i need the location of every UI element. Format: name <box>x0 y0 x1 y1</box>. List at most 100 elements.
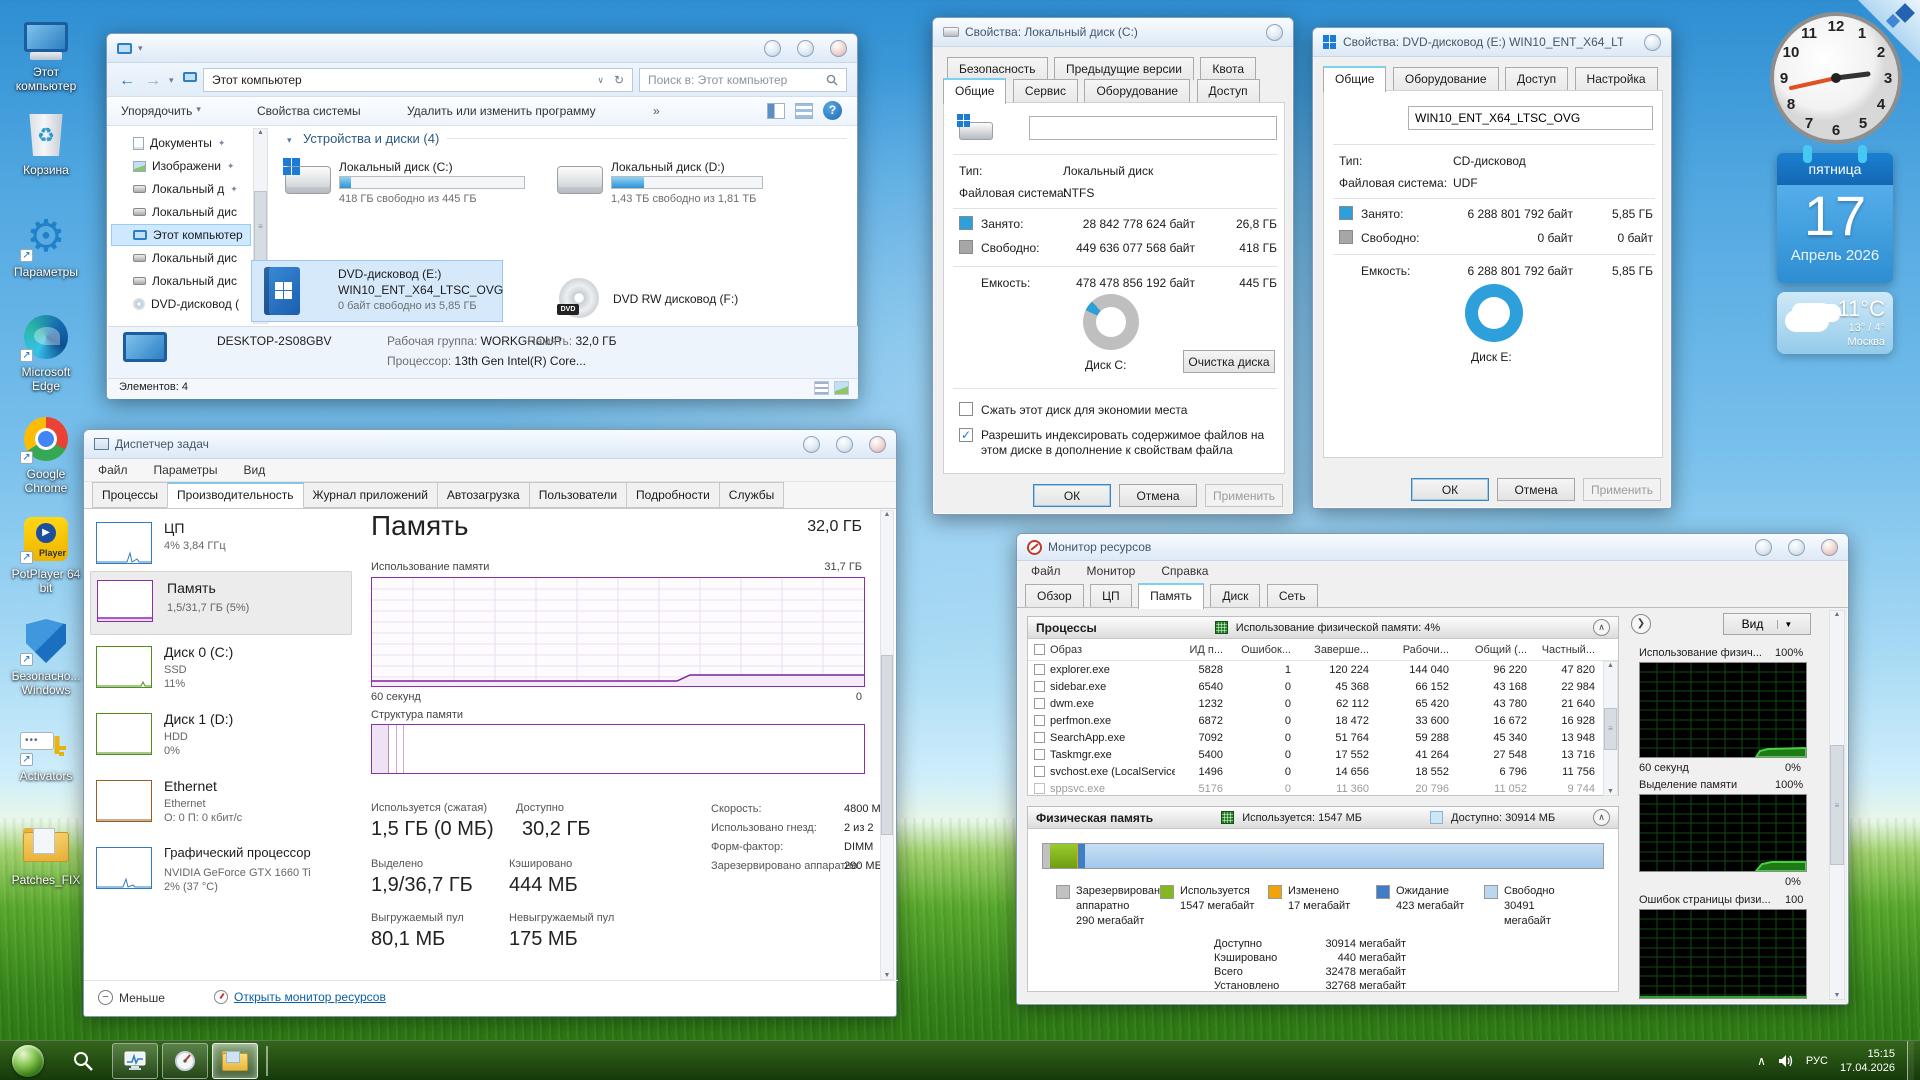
minimize-button[interactable] <box>803 436 820 453</box>
collapse-chevron-icon[interactable]: ∧ <box>1593 619 1610 636</box>
details-pane-icon[interactable] <box>795 103 813 119</box>
row-checkbox[interactable] <box>1034 749 1045 760</box>
tab-sharing[interactable]: Доступ <box>1505 67 1568 90</box>
perf-item-disk0[interactable]: Диск 0 (C:)SSD11% <box>92 642 350 702</box>
row-checkbox[interactable] <box>1034 766 1045 777</box>
column-header[interactable]: Заверше... <box>1299 644 1377 656</box>
tab-hardware[interactable]: Оборудование <box>1084 79 1190 102</box>
process-row[interactable]: svchost.exe (LocalServiceNet...1496014 6… <box>1028 763 1618 780</box>
menu-file[interactable]: Файл <box>1031 564 1061 578</box>
scroll-down-icon[interactable]: ▼ <box>1607 788 1614 795</box>
tab-tools[interactable]: Сервис <box>1013 79 1078 102</box>
maximize-button[interactable] <box>1788 539 1805 556</box>
physical-memory-section-header[interactable]: Физическая память Используется: 1547 МБ … <box>1027 806 1619 829</box>
desktop-icon-activators[interactable]: ••• ↗ Activators <box>6 716 86 783</box>
tree-item-local-disk[interactable]: Локальный дис <box>111 201 251 223</box>
scroll-up-icon[interactable]: ▲ <box>1607 662 1614 669</box>
apply-button[interactable]: Применить <box>1205 484 1283 507</box>
tab-general[interactable]: Общие <box>1323 66 1386 92</box>
desktop-icon-windows-security[interactable]: ↗ Безопасно... Windows <box>6 616 86 697</box>
perf-item-ethernet[interactable]: EthernetEthernetО: 0 П: 0 кбит/с <box>92 776 350 836</box>
volume-label-input[interactable] <box>1029 116 1277 140</box>
row-checkbox[interactable] <box>1034 715 1045 726</box>
address-dropdown-icon[interactable]: ∨ <box>597 75 604 86</box>
process-row[interactable]: perfmon.exe6872018 47233 60016 67216 928 <box>1028 712 1618 729</box>
column-header-sorted[interactable]: Частный... <box>1535 644 1603 656</box>
help-icon[interactable]: ? <box>823 101 842 120</box>
quick-access-caret-icon[interactable]: ▾ <box>138 43 143 54</box>
disk-cleanup-button[interactable]: Очистка диска <box>1183 350 1275 373</box>
tray-clock[interactable]: 15:15 17.04.2026 <box>1840 1047 1895 1075</box>
search-input[interactable]: Поиск в: Этот компьютер <box>639 68 847 92</box>
tab-sharing[interactable]: Доступ <box>1197 79 1260 102</box>
perf-item-disk1[interactable]: Диск 1 (D:)HDD0% <box>92 709 350 769</box>
close-button[interactable] <box>1644 34 1661 51</box>
thumbnail-view-toggle-icon[interactable] <box>834 381 849 395</box>
tab-previous-versions[interactable]: Предыдущие версии <box>1054 57 1194 80</box>
system-properties-button[interactable]: Свойства системы <box>257 104 361 118</box>
organize-button[interactable]: Упорядочить▾ <box>121 104 201 118</box>
tab-overview[interactable]: Обзор <box>1025 584 1084 607</box>
tab-hardware[interactable]: Оборудование <box>1393 67 1499 90</box>
row-checkbox[interactable] <box>1034 698 1045 709</box>
taskman-scrollbar[interactable]: ▲▼ <box>880 510 894 980</box>
address-bar[interactable]: Этот компьютер ∨ ↻ <box>203 68 633 92</box>
resmon-titlebar[interactable]: Монитор ресурсов <box>1017 534 1848 561</box>
tab-general[interactable]: Общие <box>943 78 1006 104</box>
perf-item-gpu[interactable]: Графический процессорNVIDIA GeForce GTX … <box>92 843 350 907</box>
show-desktop-button[interactable] <box>1907 1041 1914 1080</box>
tab-services[interactable]: Службы <box>719 482 784 508</box>
close-button[interactable] <box>869 436 886 453</box>
minimize-button[interactable] <box>764 40 781 57</box>
menu-file[interactable]: Файл <box>98 463 128 477</box>
menu-options[interactable]: Параметры <box>154 463 218 477</box>
toolbar-more-button[interactable]: » <box>653 104 660 118</box>
index-checkbox[interactable]: ✓ <box>959 428 973 442</box>
process-row[interactable]: SearchApp.exe7092051 76459 28845 34013 9… <box>1028 729 1618 746</box>
tab-memory[interactable]: Память <box>1138 583 1204 609</box>
dialog-titlebar[interactable]: Свойства: DVD-дисковод (E:) WIN10_ENT_X6… <box>1313 28 1671 57</box>
compress-checkbox[interactable] <box>959 402 973 416</box>
tab-network[interactable]: Сеть <box>1267 584 1318 607</box>
dialog-titlebar[interactable]: Свойства: Локальный диск (C:) <box>933 18 1293 47</box>
table-scrollbar[interactable]: ▲≡▼ <box>1603 661 1618 796</box>
cancel-button[interactable]: Отмена <box>1497 478 1575 501</box>
refresh-icon[interactable]: ↻ <box>614 73 624 87</box>
recent-locations-caret-icon[interactable]: ▾ <box>169 75 174 86</box>
details-view-toggle-icon[interactable] <box>814 381 829 395</box>
scroll-thumb[interactable]: ≡ <box>254 191 267 261</box>
cancel-button[interactable]: Отмена <box>1119 484 1197 507</box>
open-resource-monitor-link[interactable]: Открыть монитор ресурсов <box>214 990 386 1004</box>
tab-security[interactable]: Безопасность <box>947 57 1048 80</box>
close-button[interactable] <box>1266 24 1283 41</box>
scroll-up-icon[interactable]: ▲ <box>1834 611 1841 618</box>
perf-item-memory-selected[interactable]: Память1,5/31,7 ГБ (5%) <box>90 571 352 635</box>
drive-tile-f[interactable]: DVD DVD RW дисковод (F:) <box>557 278 837 324</box>
row-checkbox[interactable] <box>1034 664 1045 675</box>
taskbar-item-explorer[interactable] <box>212 1043 258 1079</box>
process-row[interactable]: Taskmgr.exe5400017 55241 26427 54813 716 <box>1028 746 1618 763</box>
scroll-up-icon[interactable]: ▲ <box>884 511 891 518</box>
tab-details[interactable]: Подробности <box>626 482 720 508</box>
tab-startup[interactable]: Автозагрузка <box>437 482 530 508</box>
row-checkbox[interactable] <box>1034 732 1045 743</box>
column-header[interactable]: Рабочи... <box>1377 644 1457 656</box>
apply-button[interactable]: Применить <box>1583 478 1661 501</box>
scroll-thumb[interactable]: ≡ <box>1830 745 1844 865</box>
scroll-down-icon[interactable]: ▼ <box>884 972 891 979</box>
tab-users[interactable]: Пользователи <box>529 482 627 508</box>
menu-monitor[interactable]: Монитор <box>1087 564 1136 578</box>
tab-app-history[interactable]: Журнал приложений <box>303 482 438 508</box>
tree-item-dvd-drive[interactable]: DVD-дисковод ( <box>111 293 251 315</box>
tree-item-pictures[interactable]: Изображени✦ <box>111 155 251 177</box>
tab-performance[interactable]: Производительность <box>167 482 303 508</box>
expand-panel-icon[interactable]: ❯ <box>1631 614 1651 634</box>
explorer-titlebar[interactable]: ▾ <box>107 34 857 63</box>
column-header[interactable]: Образ <box>1050 644 1082 656</box>
minimize-button[interactable] <box>1755 539 1772 556</box>
process-row[interactable]: dwm.exe1232062 11265 42043 78021 640 <box>1028 695 1618 712</box>
fewer-details-button[interactable]: − Меньше <box>98 990 165 1005</box>
desktop-icon-chrome[interactable]: ↗ Google Chrome <box>6 414 86 495</box>
scroll-down-icon[interactable]: ▼ <box>1834 992 1841 999</box>
weather-widget[interactable]: 11°C 13° / 4° Москва <box>1777 292 1893 354</box>
